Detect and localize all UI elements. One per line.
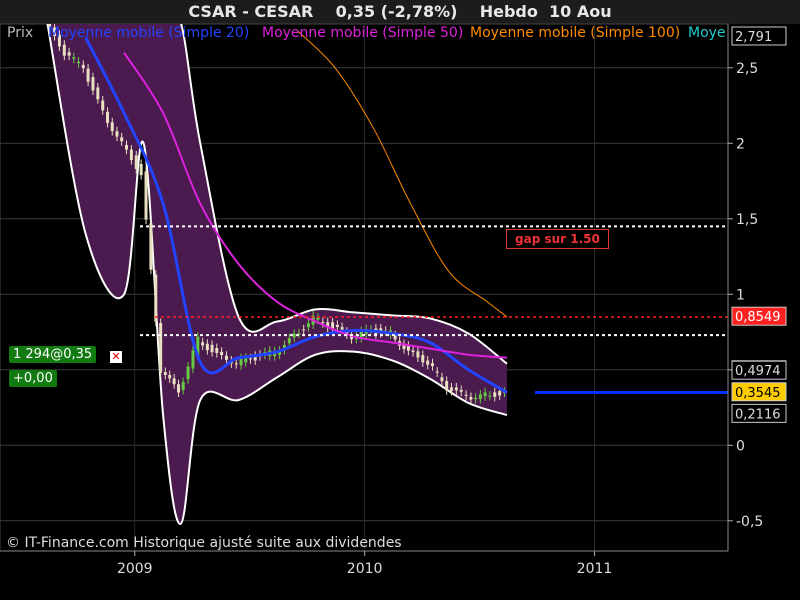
candle-body: [62, 44, 66, 56]
candle-body: [168, 375, 172, 379]
candle-body: [287, 338, 291, 344]
candle-body: [306, 323, 310, 328]
candle-body: [224, 355, 228, 360]
position-widget[interactable]: 1 294@0,35: [9, 346, 97, 363]
candle-body: [440, 377, 444, 382]
y-tick-label: -0,5: [736, 514, 763, 530]
candle-body: [129, 149, 133, 161]
legend-item-ma20[interactable]: Moyenne mobile (Simple 20): [48, 24, 249, 42]
candle-body: [302, 329, 306, 331]
legend-item-extra[interactable]: Moye: [688, 24, 726, 42]
candle-body: [416, 351, 420, 358]
candle-body: [181, 381, 185, 390]
candle-body: [81, 64, 85, 69]
x-tick-label: 2010: [347, 561, 383, 577]
candle-body: [411, 350, 415, 353]
candle-body: [159, 322, 163, 373]
candle-body: [488, 395, 492, 397]
candle-body: [77, 61, 81, 64]
candle-body: [215, 348, 219, 354]
candle-body: [205, 343, 209, 351]
candle-body: [72, 57, 76, 59]
x-tick-label: 2009: [117, 561, 153, 577]
candle-body: [125, 144, 129, 150]
candle-body: [445, 380, 449, 391]
candle-body: [469, 397, 473, 400]
candle-body: [340, 327, 344, 330]
time-axis: 2009 2010 2011: [0, 550, 728, 577]
candle-body: [248, 358, 252, 360]
candle-body: [186, 366, 190, 380]
candle-body: [115, 131, 119, 137]
candle-body: [406, 345, 410, 351]
candle-body: [426, 360, 430, 365]
candle-body: [149, 223, 153, 270]
candle-body: [430, 363, 434, 367]
legend-item-ma50[interactable]: Moyenne mobile (Simple 50): [262, 24, 463, 42]
pnl-widget[interactable]: +0,00: [9, 370, 57, 387]
y-tick-label: 2: [736, 136, 745, 152]
candle-body: [316, 317, 320, 320]
candle-body: [163, 372, 167, 375]
candle-body: [335, 324, 339, 327]
gap-annotation[interactable]: gap sur 1.50: [506, 229, 609, 249]
candle-body: [220, 351, 224, 355]
candle-body: [454, 387, 458, 391]
price-tag-label: 0,3545: [735, 386, 781, 401]
candle-body: [321, 322, 325, 324]
x-tick-label: 2011: [577, 561, 613, 577]
candle-body: [67, 52, 71, 56]
candle-body: [172, 378, 176, 385]
candle-body: [483, 392, 487, 397]
candle-body: [110, 122, 114, 132]
candle-body: [435, 371, 439, 373]
candle-body: [493, 392, 497, 397]
candle-body: [292, 333, 296, 338]
legend-item-prix[interactable]: Prix: [7, 24, 33, 42]
y-tick-label: 0: [736, 438, 745, 454]
candle-body: [210, 344, 214, 353]
copyright-notice: © IT-Finance.com Historique ajusté suite…: [6, 535, 402, 551]
candle-body: [201, 342, 205, 346]
candle-body: [478, 394, 482, 399]
candle-body: [421, 355, 425, 363]
candle-body: [234, 363, 238, 365]
candle-body: [134, 155, 138, 169]
price-chart[interactable]: 2,521,510,50-0,5 200920102011 2,7910,854…: [0, 0, 800, 600]
candle-body: [177, 384, 181, 393]
price-tag-label: 0,2116: [735, 407, 781, 422]
candle-body: [498, 391, 502, 396]
price-tag-label: 0,4974: [735, 364, 781, 379]
candle-body: [144, 171, 148, 220]
close-icon[interactable]: ✕: [110, 351, 122, 363]
candle-body: [106, 111, 110, 123]
legend-item-ma100[interactable]: Moyenne mobile (Simple 100): [470, 24, 680, 42]
candle-body: [86, 68, 90, 82]
candle-body: [101, 100, 105, 111]
candle-body: [120, 137, 124, 142]
y-tick-label: 1,5: [736, 212, 758, 228]
candle-body: [474, 397, 478, 400]
candle-body: [191, 350, 195, 369]
y-tick-label: 2,5: [736, 61, 758, 77]
candle-body: [449, 387, 453, 391]
candle-body: [154, 274, 158, 322]
price-tag-label: 2,791: [735, 30, 772, 45]
candle-body: [239, 358, 243, 366]
price-axis: 2,521,510,50-0,5: [727, 24, 763, 551]
candle-body: [96, 87, 100, 100]
candle-body: [139, 163, 143, 176]
candle-body: [91, 77, 95, 91]
y-tick-label: 1: [736, 287, 745, 303]
candle-body: [459, 389, 463, 392]
candle-body: [464, 394, 468, 396]
price-tag-label: 0,8549: [735, 310, 781, 325]
